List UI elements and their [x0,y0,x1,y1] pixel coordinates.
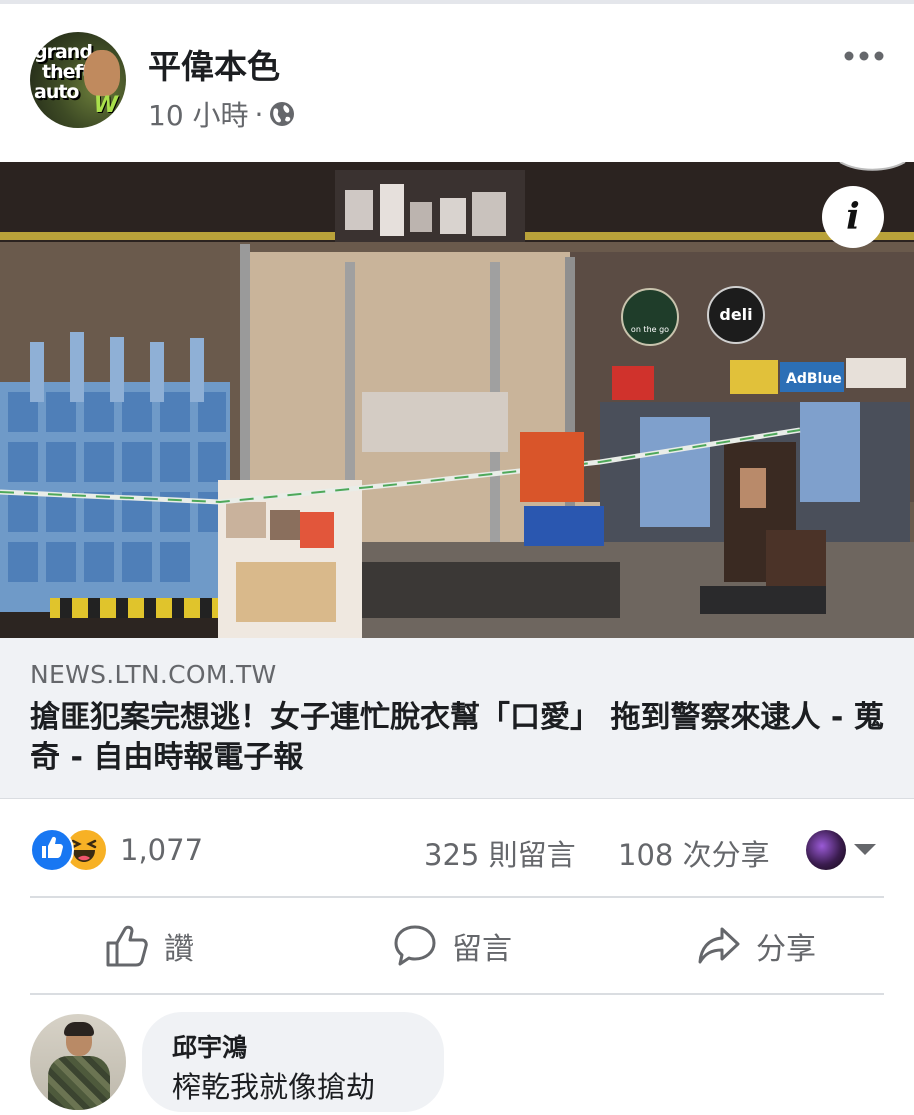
page-avatar[interactable]: grand theft auto W [30,32,126,128]
comment-bubble: 邱宇鴻 榨乾我就像搶劫 [142,1012,444,1112]
top-border [0,0,914,4]
like-button[interactable]: 讚 [104,918,194,974]
globe-icon [270,102,295,126]
divider [30,993,884,995]
comment-author[interactable]: 邱宇鴻 [172,1028,247,1064]
post-time[interactable]: 10 小時 [148,94,249,134]
link-title: 搶匪犯案完想逃！女子連忙脫衣幫「口愛」 拖到警察來逮人 - 蒐奇 - 自由時報電… [30,700,884,775]
avatar-body [48,1056,110,1110]
avatar-art: W [93,93,118,118]
share-count[interactable]: 108 次分享 [618,832,770,874]
like-reaction-icon [30,828,74,872]
reaction-summary[interactable]: 1,077 [30,828,203,872]
avatar-art: grand [34,41,93,63]
share-label: 分享 [756,932,816,967]
avatar-face [84,50,120,96]
store-photo-illustration: AdBlue on the go deli [0,162,914,638]
pixelated-board [218,480,362,638]
comment-button[interactable]: 留言 [392,918,512,974]
post-meta: 10 小時 · [148,94,295,134]
avatar-art: auto [34,81,79,103]
avatar-art: theft [42,61,91,83]
comment-text: 榨乾我就像搶劫 [172,1070,376,1104]
comment-icon [394,925,436,966]
commenter-avatar[interactable] [30,1014,126,1110]
thumbs-up-icon [106,925,148,967]
viewer-avatar[interactable] [806,830,846,870]
reaction-count: 1,077 [120,833,204,867]
info-icon[interactable]: i [822,186,884,248]
comment-label: 留言 [452,932,512,967]
meta-separator: · [254,97,264,131]
post-photo[interactable]: AdBlue on the go deli i [0,162,914,638]
caret-down-icon[interactable] [854,844,876,855]
engagement-stats: 1,077 325 則留言 108 次分享 [0,824,914,874]
share-icon [698,927,740,964]
deli-sign: deli [719,305,752,324]
divider [30,896,884,898]
more-icon[interactable] [844,48,884,64]
avatar-hair [64,1022,94,1036]
link-preview[interactable]: NEWS.LTN.COM.TW 搶匪犯案完想逃！女子連忙脫衣幫「口愛」 拖到警察… [0,638,914,799]
adblue-sign: AdBlue [786,371,842,387]
share-button[interactable]: 分享 [696,918,816,974]
comment-count[interactable]: 325 則留言 [424,832,576,874]
like-label: 讚 [164,932,194,967]
page-name[interactable]: 平偉本色 [148,40,280,88]
link-domain: NEWS.LTN.COM.TW [30,660,277,689]
on-the-go-sign: on the go [631,325,669,334]
